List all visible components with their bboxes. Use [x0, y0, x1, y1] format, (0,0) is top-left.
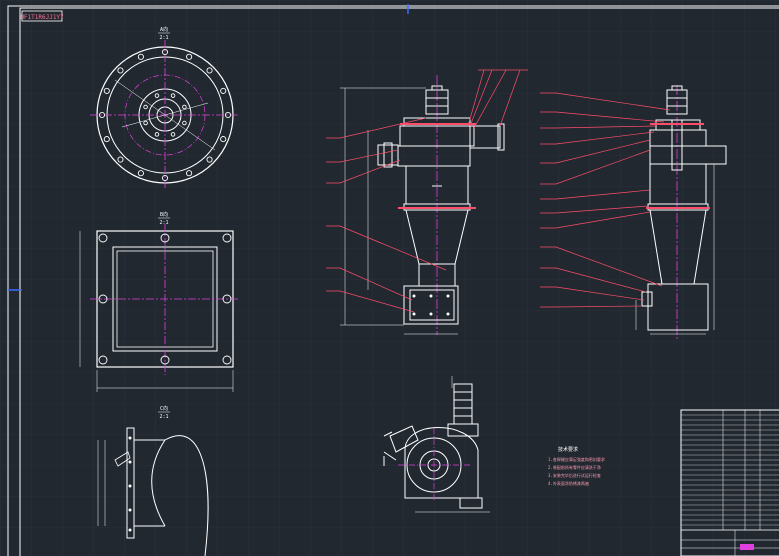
drawing-code: HF1T1R6JJ1Y7 [20, 14, 64, 21]
view-b-scale: 2:1 [159, 220, 168, 226]
cad-drawing-canvas[interactable]: HF1T1R6JJ1Y7 A向 2:1 B向 2:1 C向 2:1 技术要求 1… [0, 0, 779, 556]
tech-requirement-line: 3.安装完毕后进行试运行检查 [548, 472, 601, 478]
tech-requirement-line: 4.外表面涂防锈漆两遍 [548, 480, 589, 486]
view-a-label: A向 [160, 26, 168, 33]
tech-requirements-title: 技术要求 [558, 446, 578, 453]
view-c-scale: 2:1 [159, 414, 168, 420]
view-c-label: C向 [160, 405, 168, 412]
view-a-scale: 2:1 [159, 35, 168, 41]
tech-requirement-line: 1.各焊缝应满足强度和密封要求 [548, 456, 605, 462]
view-b-label: B向 [160, 211, 168, 218]
tech-requirement-line: 2.装配前所有零件应清洗干净 [548, 464, 601, 470]
